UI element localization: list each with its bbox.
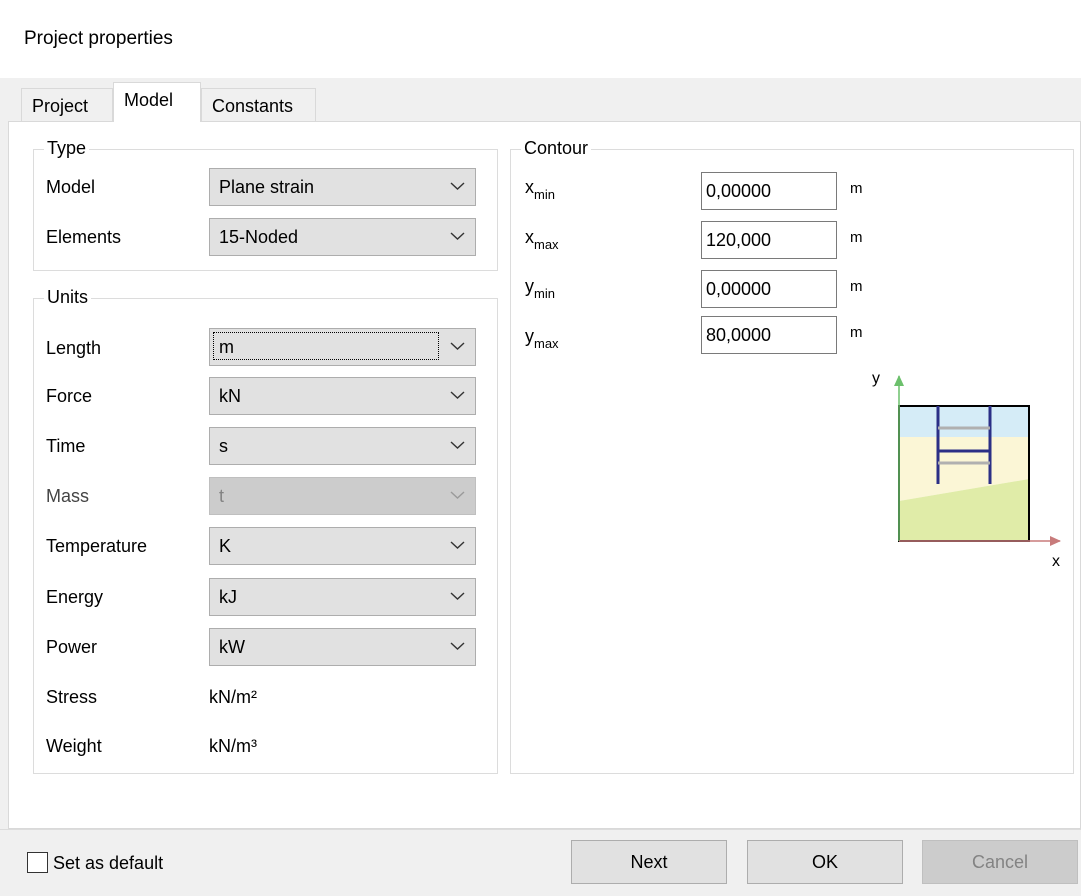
mass-dropdown-value: t xyxy=(219,486,225,506)
y-axis-arrow-icon xyxy=(894,375,904,386)
focus-rectangle xyxy=(213,332,439,360)
xmin-input-value: 0,00000 xyxy=(706,181,772,201)
ymax-label-sub: max xyxy=(534,336,559,351)
weight-label: Weight xyxy=(46,736,102,756)
x-axis-label: x xyxy=(1052,553,1060,570)
temperature-dropdown-value: K xyxy=(219,536,232,556)
y-axis-label: y xyxy=(872,370,880,387)
ymax-unit: m xyxy=(850,324,863,341)
stress-label: Stress xyxy=(46,687,98,707)
x-axis-arrow-icon xyxy=(1050,536,1061,546)
force-label: Force xyxy=(46,386,93,406)
xmax-unit: m xyxy=(850,229,863,246)
next-button[interactable]: Next xyxy=(571,840,727,884)
energy-label: Energy xyxy=(46,587,104,607)
model-dropdown[interactable]: Plane strain xyxy=(209,168,476,206)
chevron-down-icon xyxy=(450,342,465,350)
type-group-title: Type xyxy=(44,138,90,159)
energy-dropdown[interactable]: kJ xyxy=(209,578,476,616)
length-label: Length xyxy=(46,338,102,358)
model-label: Model xyxy=(46,177,96,197)
length-dropdown[interactable]: m xyxy=(209,328,476,366)
model-tab-panel: Type Model Plane strain Elements 15-Node… xyxy=(8,121,1081,829)
sky-region xyxy=(899,406,1029,437)
time-label: Time xyxy=(46,436,86,456)
ymax-label-base: y xyxy=(525,326,534,346)
xmin-label-sub: min xyxy=(534,187,555,202)
xmin-label: xmin xyxy=(525,177,555,202)
temperature-dropdown[interactable]: K xyxy=(209,527,476,565)
force-dropdown-value: kN xyxy=(219,386,241,406)
ymin-label-base: y xyxy=(525,276,534,296)
chevron-down-icon xyxy=(450,232,465,240)
time-dropdown-value: s xyxy=(219,436,228,456)
ymin-label-sub: min xyxy=(534,286,555,301)
xmax-input[interactable]: 120,000 xyxy=(701,221,837,259)
chevron-down-icon xyxy=(450,182,465,190)
xmax-label-sub: max xyxy=(534,237,559,252)
stress-value: kN/m² xyxy=(209,687,257,707)
ymin-input-value: 0,00000 xyxy=(706,279,772,299)
ymax-input[interactable]: 80,0000 xyxy=(701,316,837,354)
chevron-down-icon xyxy=(450,491,465,499)
chevron-down-icon xyxy=(450,592,465,600)
xmax-label-base: x xyxy=(525,227,534,247)
length-dropdown-value: m xyxy=(219,337,234,357)
elements-dropdown-value: 15-Noded xyxy=(219,227,299,247)
xmin-input[interactable]: 0,00000 xyxy=(701,172,837,210)
set-as-default-checkbox[interactable] xyxy=(27,852,48,873)
ymax-label: ymax xyxy=(525,326,559,351)
footer-divider xyxy=(0,829,1081,830)
elements-dropdown[interactable]: 15-Noded xyxy=(209,218,476,256)
tab-project[interactable]: Project xyxy=(21,88,113,122)
chevron-down-icon xyxy=(450,441,465,449)
window-title: Project properties xyxy=(24,28,173,49)
chevron-down-icon xyxy=(450,541,465,549)
mass-dropdown: t xyxy=(209,477,476,515)
xmax-label: xmax xyxy=(525,227,559,252)
power-dropdown-value: kW xyxy=(219,637,245,657)
xmin-unit: m xyxy=(850,180,863,197)
chevron-down-icon xyxy=(450,391,465,399)
chevron-down-icon xyxy=(450,642,465,650)
tab-model[interactable]: Model xyxy=(113,82,201,122)
set-as-default-label[interactable]: Set as default xyxy=(53,853,163,874)
weight-value: kN/m³ xyxy=(209,736,257,756)
ymin-unit: m xyxy=(850,278,863,295)
cancel-button: Cancel xyxy=(922,840,1078,884)
force-dropdown[interactable]: kN xyxy=(209,377,476,415)
power-label: Power xyxy=(46,637,98,657)
elements-label: Elements xyxy=(46,227,122,247)
tab-constants[interactable]: Constants xyxy=(201,88,316,122)
contour-diagram xyxy=(894,375,1061,546)
ok-button[interactable]: OK xyxy=(747,840,903,884)
mass-label: Mass xyxy=(46,486,90,506)
ymin-input[interactable]: 0,00000 xyxy=(701,270,837,308)
title-bar: Project properties xyxy=(0,0,1081,79)
temperature-label: Temperature xyxy=(46,536,148,556)
time-dropdown[interactable]: s xyxy=(209,427,476,465)
model-dropdown-value: Plane strain xyxy=(219,177,315,197)
energy-dropdown-value: kJ xyxy=(219,587,237,607)
contour-group-title: Contour xyxy=(521,138,592,159)
ymin-label: ymin xyxy=(525,276,555,301)
power-dropdown[interactable]: kW xyxy=(209,628,476,666)
xmax-input-value: 120,000 xyxy=(706,230,772,250)
xmin-label-base: x xyxy=(525,177,534,197)
ymax-input-value: 80,0000 xyxy=(706,325,772,345)
units-group-title: Units xyxy=(44,287,92,308)
